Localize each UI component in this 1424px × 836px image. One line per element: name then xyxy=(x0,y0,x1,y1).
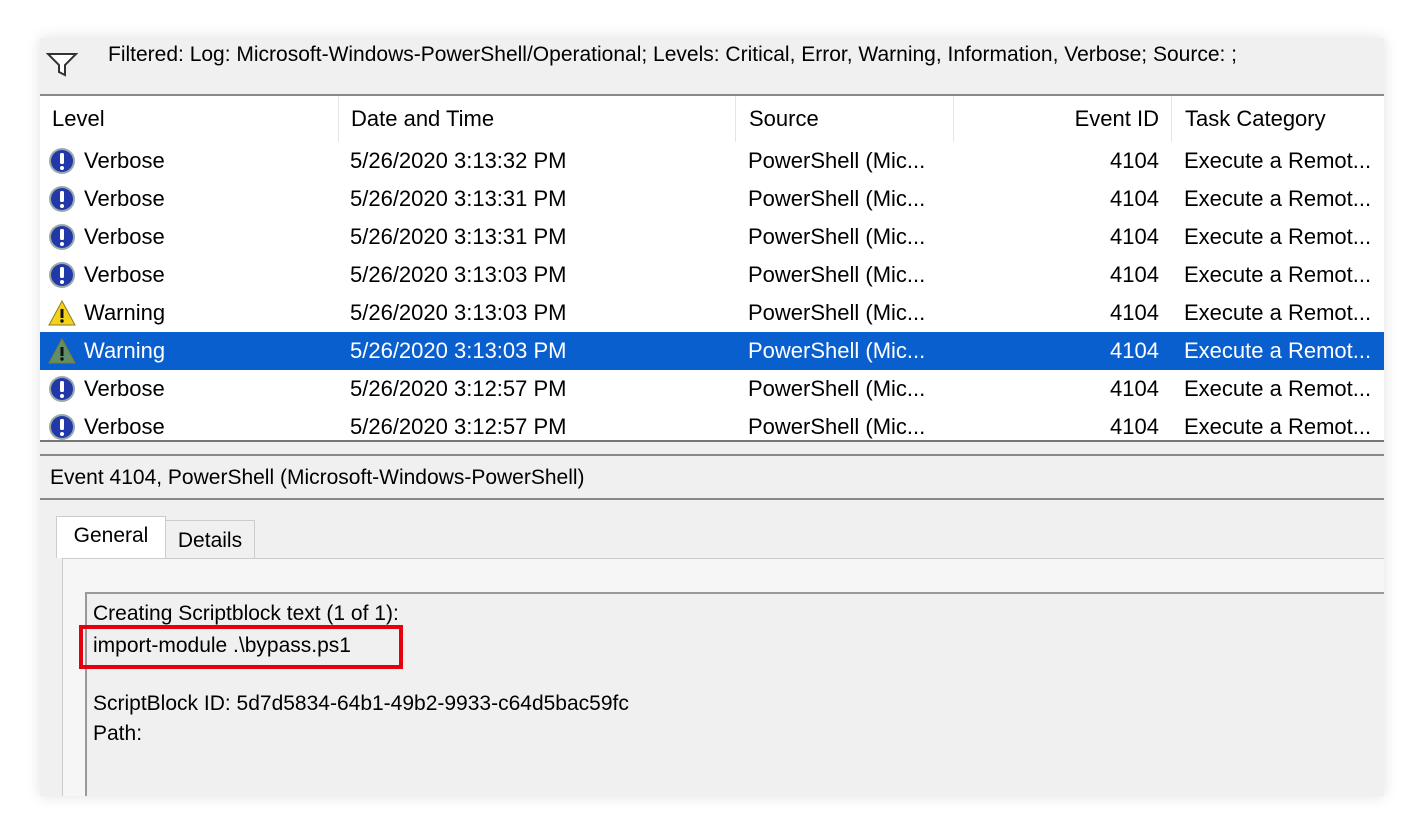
warning-icon xyxy=(48,337,76,364)
level-cell: Verbose xyxy=(84,376,165,401)
event-id-cell: 4104 xyxy=(1110,300,1159,325)
task-category-cell: Execute a Remot... xyxy=(1184,414,1372,439)
column-event-id[interactable]: Event ID xyxy=(953,96,1171,142)
level-cell: Verbose xyxy=(84,414,165,439)
table-row[interactable]: Verbose 5/26/2020 3:13:03 PM PowerShell … xyxy=(40,256,1384,294)
column-source[interactable]: Source xyxy=(735,96,953,142)
highlight-box xyxy=(79,625,403,669)
source-cell: PowerShell (Mic... xyxy=(748,300,926,325)
pane-splitter[interactable] xyxy=(40,440,1384,456)
column-date[interactable]: Date and Time xyxy=(338,96,735,142)
datetime-cell: 5/26/2020 3:13:31 PM xyxy=(350,224,567,249)
task-category-cell: Execute a Remot... xyxy=(1184,376,1372,401)
event-id-cell: 4104 xyxy=(1110,186,1159,211)
filter-text: Filtered: Log: Microsoft-Windows-PowerSh… xyxy=(108,43,1238,66)
column-level[interactable]: Level xyxy=(40,96,338,142)
task-category-cell: Execute a Remot... xyxy=(1184,338,1372,363)
tab-general[interactable]: General xyxy=(56,516,166,558)
datetime-cell: 5/26/2020 3:13:31 PM xyxy=(350,186,567,211)
filter-bar: Filtered: Log: Microsoft-Windows-PowerSh… xyxy=(40,38,1384,96)
level-cell: Verbose xyxy=(84,262,165,287)
source-cell: PowerShell (Mic... xyxy=(748,414,926,439)
event-id-cell: 4104 xyxy=(1110,338,1159,363)
event-header: Event 4104, PowerShell (Microsoft-Window… xyxy=(40,456,1384,500)
source-cell: PowerShell (Mic... xyxy=(748,186,926,211)
datetime-cell: 5/26/2020 3:13:32 PM xyxy=(350,148,567,173)
table-row[interactable]: Verbose 5/26/2020 3:12:57 PM PowerShell … xyxy=(40,370,1384,408)
event-description[interactable]: Creating Scriptblock text (1 of 1): impo… xyxy=(79,592,1384,796)
task-category-cell: Execute a Remot... xyxy=(1184,148,1372,173)
task-category-cell: Execute a Remot... xyxy=(1184,262,1372,287)
path-label: Path: xyxy=(93,722,143,745)
source-cell: PowerShell (Mic... xyxy=(748,148,926,173)
column-task[interactable]: Task Category xyxy=(1171,96,1384,142)
source-cell: PowerShell (Mic... xyxy=(748,338,926,363)
table-row[interactable]: Warning 5/26/2020 3:13:03 PM PowerShell … xyxy=(40,332,1384,370)
column-header-row: Level Date and Time Source Event ID Task… xyxy=(40,96,1384,142)
level-cell: Warning xyxy=(84,300,166,325)
datetime-cell: 5/26/2020 3:12:57 PM xyxy=(350,376,567,401)
event-viewer-window: Filtered: Log: Microsoft-Windows-PowerSh… xyxy=(40,38,1384,796)
datetime-cell: 5/26/2020 3:13:03 PM xyxy=(350,262,567,287)
event-id-cell: 4104 xyxy=(1110,376,1159,401)
table-row[interactable]: Verbose 5/26/2020 3:13:31 PM PowerShell … xyxy=(40,218,1384,256)
task-category-cell: Execute a Remot... xyxy=(1184,186,1372,211)
event-id-cell: 4104 xyxy=(1110,262,1159,287)
source-cell: PowerShell (Mic... xyxy=(748,262,926,287)
event-id-cell: 4104 xyxy=(1110,224,1159,249)
general-panel: Creating Scriptblock text (1 of 1): impo… xyxy=(62,558,1384,796)
funnel-icon xyxy=(46,53,78,77)
source-cell: PowerShell (Mic... xyxy=(748,224,926,249)
level-cell: Verbose xyxy=(84,224,165,249)
source-cell: PowerShell (Mic... xyxy=(748,376,926,401)
tab-details[interactable]: Details xyxy=(165,520,255,558)
table-row[interactable]: Verbose 5/26/2020 3:13:32 PM PowerShell … xyxy=(40,142,1384,180)
table-row[interactable]: Verbose 5/26/2020 3:13:31 PM PowerShell … xyxy=(40,180,1384,218)
description-line: Creating Scriptblock text (1 of 1): xyxy=(93,602,399,625)
datetime-cell: 5/26/2020 3:13:03 PM xyxy=(350,300,567,325)
event-id-cell: 4104 xyxy=(1110,414,1159,439)
level-cell: Warning xyxy=(84,338,166,363)
table-row[interactable]: Verbose 5/26/2020 3:12:57 PM PowerShell … xyxy=(40,408,1384,440)
level-cell: Verbose xyxy=(84,148,165,173)
scriptblock-id: ScriptBlock ID: 5d7d5834-64b1-49b2-9933-… xyxy=(93,692,629,715)
event-list[interactable]: Level Date and Time Source Event ID Task… xyxy=(40,96,1384,440)
event-detail-pane: General Details Creating Scriptblock tex… xyxy=(40,500,1384,796)
event-id-cell: 4104 xyxy=(1110,148,1159,173)
datetime-cell: 5/26/2020 3:13:03 PM xyxy=(350,338,567,363)
task-category-cell: Execute a Remot... xyxy=(1184,224,1372,249)
level-cell: Verbose xyxy=(84,186,165,211)
task-category-cell: Execute a Remot... xyxy=(1184,300,1372,325)
table-row[interactable]: Warning 5/26/2020 3:13:03 PM PowerShell … xyxy=(40,294,1384,332)
datetime-cell: 5/26/2020 3:12:57 PM xyxy=(350,414,567,439)
